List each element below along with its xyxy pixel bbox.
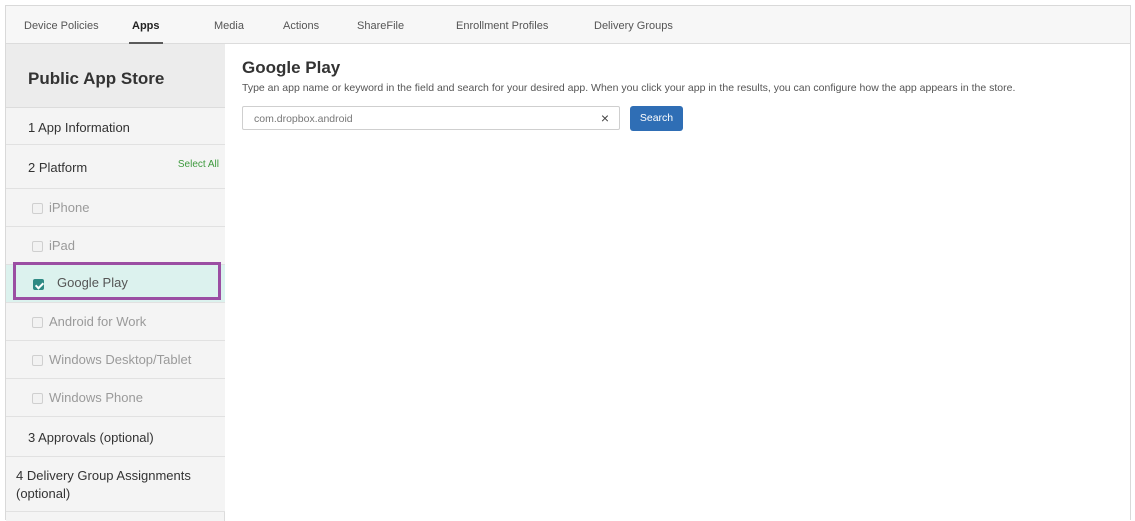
platform-label: Android for Work (49, 314, 147, 329)
page-description: Type an app name or keyword in the field… (242, 82, 1016, 94)
platform-label: Windows Desktop/Tablet (49, 352, 192, 367)
platform-windows-phone[interactable]: Windows Phone (6, 379, 225, 417)
checkbox[interactable] (32, 241, 43, 252)
search-button[interactable]: Search (630, 106, 683, 131)
step-label: 3 Approvals (optional) (28, 430, 154, 445)
tab-device-policies[interactable]: Device Policies (24, 6, 99, 44)
sidebar-title-bar: Public App Store (6, 44, 225, 108)
app-search-input[interactable]: com.dropbox.android × (242, 106, 620, 130)
step-label: 2 Platform (28, 160, 88, 175)
step-label: 1 App Information (28, 120, 130, 135)
platform-windows-desktop-tablet[interactable]: Windows Desktop/Tablet (6, 341, 225, 379)
checkbox-checked (33, 279, 44, 290)
step-app-information[interactable]: 1 App Information (6, 108, 225, 145)
step-approvals[interactable]: 3 Approvals (optional) (6, 417, 225, 457)
page-title: Google Play (242, 58, 341, 77)
checkbox[interactable] (32, 317, 43, 328)
tab-enrollment-profiles[interactable]: Enrollment Profiles (456, 6, 548, 44)
step-delivery-group-assignments[interactable]: 4 Delivery Group Assignments (optional) (6, 457, 225, 512)
tab-media[interactable]: Media (214, 6, 244, 44)
tab-sharefile[interactable]: ShareFile (357, 6, 404, 44)
step-label: 4 Delivery Group Assignments (optional) (16, 468, 191, 501)
platform-label: iPad (49, 238, 76, 253)
platform-label: iPhone (49, 200, 90, 215)
checkbox[interactable] (32, 355, 43, 366)
tab-actions[interactable]: Actions (283, 6, 319, 44)
platform-android-for-work[interactable]: Android for Work (6, 303, 225, 341)
tab-delivery-groups[interactable]: Delivery Groups (594, 6, 673, 44)
platform-label: Windows Phone (49, 390, 143, 405)
checkbox[interactable] (32, 393, 43, 404)
platform-iphone[interactable]: iPhone (6, 189, 225, 227)
step-platform[interactable]: 2 Platform Select All (6, 145, 225, 189)
select-all-link[interactable]: Select All (178, 159, 219, 170)
highlighted-platform-label: Google Play (57, 275, 128, 290)
app-frame: Device Policies Apps Media Actions Share… (5, 5, 1131, 521)
tab-apps[interactable]: Apps (129, 6, 162, 45)
clear-icon[interactable]: × (601, 110, 609, 126)
sidebar-title: Public App Store (28, 69, 165, 88)
platform-ipad[interactable]: iPad (6, 227, 225, 265)
checkbox[interactable] (32, 203, 43, 214)
search-input-value: com.dropbox.android (254, 113, 353, 125)
top-tab-bar: Device Policies Apps Media Actions Share… (6, 6, 1130, 45)
